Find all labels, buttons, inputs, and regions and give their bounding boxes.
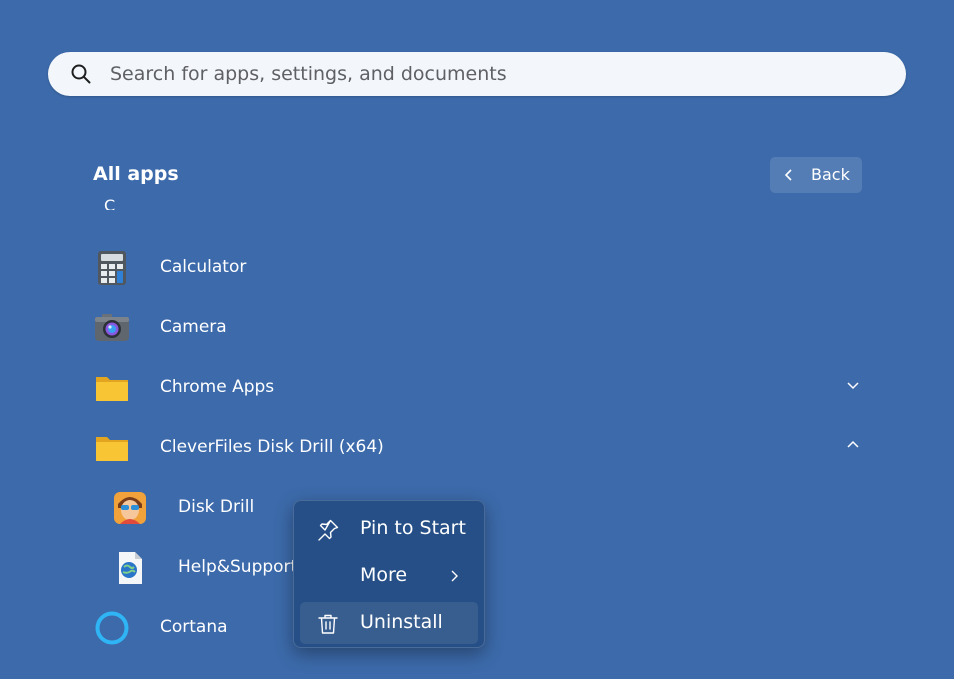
search-input[interactable] bbox=[110, 52, 870, 96]
all-apps-title: All apps bbox=[93, 163, 179, 185]
app-item-label: Disk Drill bbox=[178, 497, 255, 517]
cortana-icon bbox=[95, 611, 129, 645]
chevron-left-icon bbox=[784, 169, 792, 181]
app-item-chrome-apps[interactable]: Chrome Apps bbox=[80, 360, 880, 416]
app-item-label: Camera bbox=[160, 317, 227, 337]
menu-item-label: More bbox=[360, 564, 408, 586]
back-button[interactable]: Back bbox=[770, 157, 862, 193]
search-icon bbox=[71, 64, 91, 84]
folder-icon bbox=[96, 377, 128, 401]
app-item-label: Calculator bbox=[160, 257, 247, 277]
context-menu: Pin to Start More Uninstall bbox=[293, 500, 485, 648]
app-item-label: CleverFiles Disk Drill (x64) bbox=[160, 437, 384, 457]
menu-item-more[interactable]: More bbox=[300, 555, 478, 597]
camera-icon bbox=[95, 314, 129, 341]
menu-item-label: Pin to Start bbox=[360, 517, 466, 539]
chevron-right-icon bbox=[451, 570, 458, 582]
chevron-down-icon[interactable] bbox=[846, 380, 860, 390]
app-item-label: Chrome Apps bbox=[160, 377, 275, 397]
back-button-label: Back bbox=[811, 165, 850, 184]
app-item-calculator[interactable]: Calculator bbox=[80, 240, 880, 296]
app-item-camera[interactable]: Camera bbox=[80, 300, 880, 356]
help-support-icon bbox=[119, 552, 142, 584]
folder-icon bbox=[96, 437, 128, 461]
calculator-icon bbox=[98, 251, 126, 285]
menu-item-pin-to-start[interactable]: Pin to Start bbox=[300, 508, 478, 550]
disk-drill-icon bbox=[114, 492, 146, 524]
app-item-label: Cortana bbox=[160, 617, 228, 637]
menu-item-label: Uninstall bbox=[360, 611, 443, 633]
search-bar[interactable] bbox=[48, 52, 906, 96]
app-item-label: Help&Support bbox=[178, 557, 298, 577]
menu-item-uninstall[interactable]: Uninstall bbox=[300, 602, 478, 644]
section-letter[interactable]: C bbox=[104, 196, 115, 210]
chevron-up-icon[interactable] bbox=[846, 440, 860, 450]
trash-icon bbox=[318, 614, 338, 634]
pin-icon bbox=[318, 519, 339, 541]
app-item-cleverfiles-folder[interactable]: CleverFiles Disk Drill (x64) bbox=[80, 420, 880, 476]
